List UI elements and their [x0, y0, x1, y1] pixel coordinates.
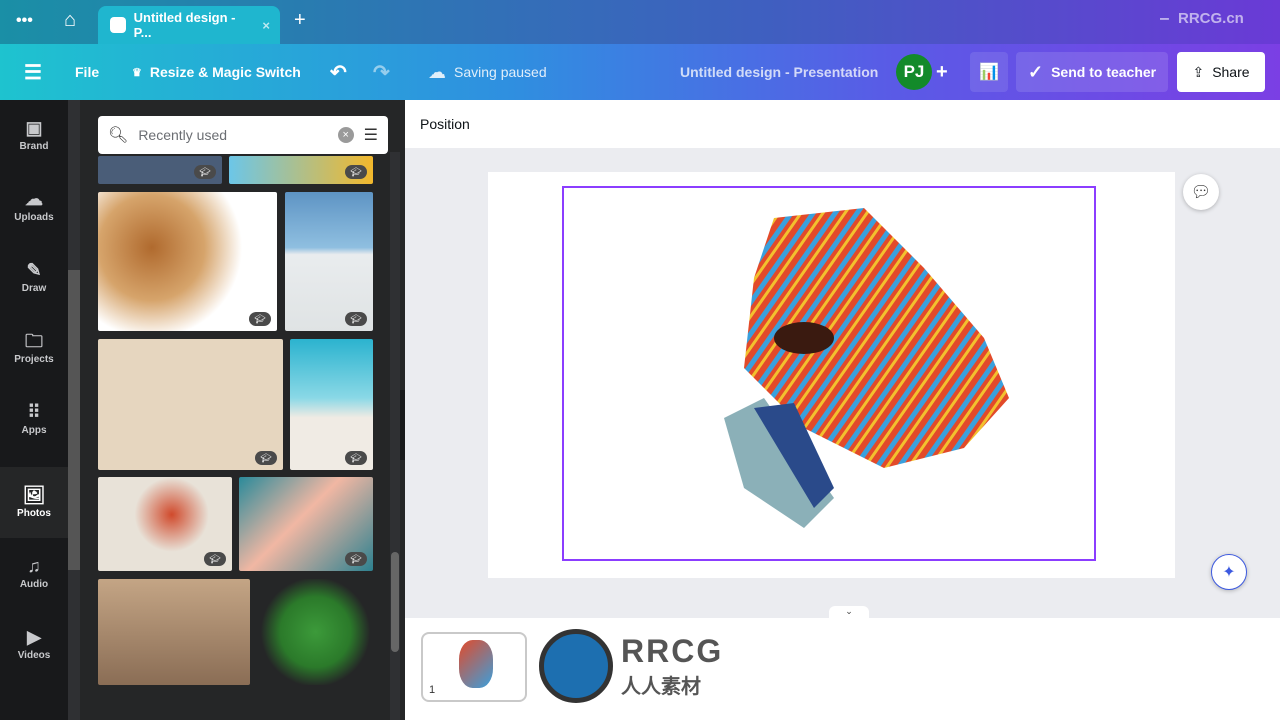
editor-toolbar: ☰ File ♛ Resize & Magic Switch ↶ ↷ ☁ Savin… — [0, 44, 1280, 100]
more-icon[interactable]: ••• — [16, 12, 33, 30]
search-bar[interactable]: 🔍︎ Recently used × ☰ — [98, 116, 388, 154]
sidebar-item-draw[interactable]: ✎ Draw — [0, 242, 68, 313]
sidebar-item-uploads[interactable]: ☁ Uploads — [0, 171, 68, 242]
slide-page[interactable] — [488, 172, 1175, 578]
watermark-text: RRCG.cn — [1178, 10, 1244, 27]
context-toolbar: Position — [405, 100, 1280, 148]
send-label: Send to teacher — [1051, 64, 1157, 80]
education-badge-icon: 🎓︎ — [255, 451, 277, 465]
pen-icon: ✎ — [26, 260, 42, 280]
education-badge-icon: 🎓︎ — [194, 165, 216, 179]
sidebar-item-photos[interactable]: 🖼︎ Photos — [0, 467, 68, 538]
sidebar-item-videos[interactable]: ▶ Videos — [0, 609, 68, 680]
watermark-subtext: 人人素材 — [621, 676, 701, 698]
music-icon: ♫ — [27, 556, 41, 576]
sidebar-item-label: Photos — [17, 508, 51, 519]
share-label: Share — [1212, 64, 1250, 80]
sidebar-item-apps[interactable]: ⠿ Apps — [0, 384, 68, 455]
check-circle-icon: ✓ — [1028, 61, 1044, 82]
cloud-warning-icon: ☁ — [428, 61, 446, 82]
education-badge-icon: 🎓︎ — [345, 165, 367, 179]
saving-label: Saving paused — [454, 64, 547, 80]
saving-status: ☁ Saving paused — [428, 62, 547, 83]
sidebar-item-label: Brand — [19, 141, 49, 152]
avatar[interactable]: PJ — [896, 54, 932, 90]
sidebar-item-brand[interactable]: ▣ Brand — [0, 100, 68, 171]
sidebar-item-label: Draw — [21, 283, 47, 294]
side-rail: ▣ Brand ☁ Uploads ✎ Draw 🗀 Projects ⠿ Apps 🖼︎ Photo… — [0, 100, 68, 720]
education-badge-icon: 🎓︎ — [345, 312, 367, 326]
watermark-logo: RRCG 人人素材 — [539, 626, 739, 706]
editor-main: Position 💬︎ ✦ ⌄ 1 RRCG 人人素材 — [405, 100, 1280, 720]
watermark-text: RRCG — [621, 633, 724, 669]
browser-tab-bar: ••• ⌂ Untitled design - P... × + – RRCG.… — [0, 0, 1280, 44]
home-icon[interactable]: ⌂ — [64, 9, 76, 32]
rail-scrollbar[interactable] — [68, 100, 80, 720]
tab-untitled-design[interactable]: Untitled design - P... × — [98, 6, 280, 44]
sidebar-item-label: Audio — [19, 579, 49, 590]
crown-icon: ♛ — [132, 66, 142, 79]
insights-icon[interactable]: 📊 — [970, 52, 1008, 92]
photo-thumbnail[interactable]: 🎓︎ — [98, 156, 222, 184]
folder-icon: 🗀 — [25, 331, 43, 351]
education-badge-icon: 🎓︎ — [345, 552, 367, 566]
comment-add-icon[interactable]: 💬︎ — [1183, 174, 1219, 210]
search-input[interactable]: Recently used — [138, 127, 327, 143]
grid-icon: ⠿ — [27, 402, 41, 422]
minimize-icon[interactable]: – — [1160, 10, 1169, 28]
send-to-teacher-button[interactable]: ✓ Send to teacher — [1016, 52, 1169, 92]
video-icon: ▶ — [27, 627, 41, 647]
sidebar-item-projects[interactable]: 🗀 Projects — [0, 313, 68, 384]
image-icon: 🖼︎ — [22, 485, 46, 505]
education-badge-icon: 🎓︎ — [204, 552, 226, 566]
beach-bag-image — [724, 208, 1009, 528]
redo-icon[interactable]: ↷ — [373, 60, 390, 85]
filter-icon[interactable]: ☰ — [364, 125, 378, 145]
sidebar-item-label: Videos — [17, 650, 51, 661]
canva-icon — [110, 17, 126, 33]
menu-icon[interactable]: ☰ — [24, 60, 42, 85]
sidebar-item-label: Uploads — [14, 212, 54, 223]
photo-thumbnail[interactable]: 🎓︎ — [239, 477, 373, 571]
clear-search-icon[interactable]: × — [337, 127, 354, 143]
share-button[interactable]: ⇪ Share — [1177, 52, 1265, 92]
selected-image-frame[interactable] — [562, 186, 1096, 561]
undo-icon[interactable]: ↶ — [330, 60, 347, 85]
new-tab-icon[interactable]: + — [294, 9, 306, 32]
add-collaborator-icon[interactable]: + — [936, 61, 948, 84]
photo-thumbnail[interactable] — [258, 579, 373, 685]
page-thumbnail[interactable]: 1 — [421, 632, 527, 702]
close-tab-icon[interactable]: × — [262, 18, 270, 33]
sidebar-item-audio[interactable]: ♫ Audio — [0, 538, 68, 609]
page-strip: 1 RRCG 人人素材 — [405, 618, 1280, 720]
photo-thumbnail[interactable] — [98, 579, 250, 685]
panel-scrollbar[interactable] — [390, 152, 400, 720]
brand-icon: ▣ — [25, 118, 43, 138]
expand-pages-icon[interactable]: ⌄ — [829, 606, 869, 618]
sidebar-item-label: Apps — [21, 425, 47, 436]
file-menu[interactable]: File — [75, 64, 99, 80]
share-icon: ⇪ — [1192, 63, 1205, 80]
photo-thumbnail[interactable]: 🎓︎ — [285, 192, 373, 331]
education-badge-icon: 🎓︎ — [249, 312, 271, 326]
position-button[interactable]: Position — [420, 116, 470, 132]
sidebar-item-label: Projects — [14, 354, 54, 365]
cloud-upload-icon: ☁ — [25, 189, 43, 209]
photo-thumbnail[interactable]: 🎓︎ — [229, 156, 373, 184]
document-title[interactable]: Untitled design - Presentation — [680, 64, 878, 80]
photos-panel: 🔍︎ Recently used × ☰ 🎓︎ 🎓︎ 🎓︎ 🎓︎ 🎓︎ 🎓︎ 🎓… — [68, 100, 405, 720]
photo-thumbnail[interactable]: 🎓︎ — [98, 192, 277, 331]
education-badge-icon: 🎓︎ — [345, 451, 367, 465]
page-number: 1 — [429, 684, 436, 696]
resize-button[interactable]: ♛ Resize & Magic Switch — [132, 64, 301, 80]
tab-title: Untitled design - P... — [133, 10, 236, 40]
photo-thumbnail[interactable]: 🎓︎ — [290, 339, 373, 470]
photo-thumbnail[interactable]: 🎓︎ — [98, 477, 232, 571]
resize-label: Resize & Magic Switch — [149, 64, 301, 80]
photo-thumbnail[interactable]: 🎓︎ — [98, 339, 283, 470]
magic-assistant-icon[interactable]: ✦ — [1211, 554, 1247, 590]
search-icon: 🔍︎ — [108, 127, 129, 144]
